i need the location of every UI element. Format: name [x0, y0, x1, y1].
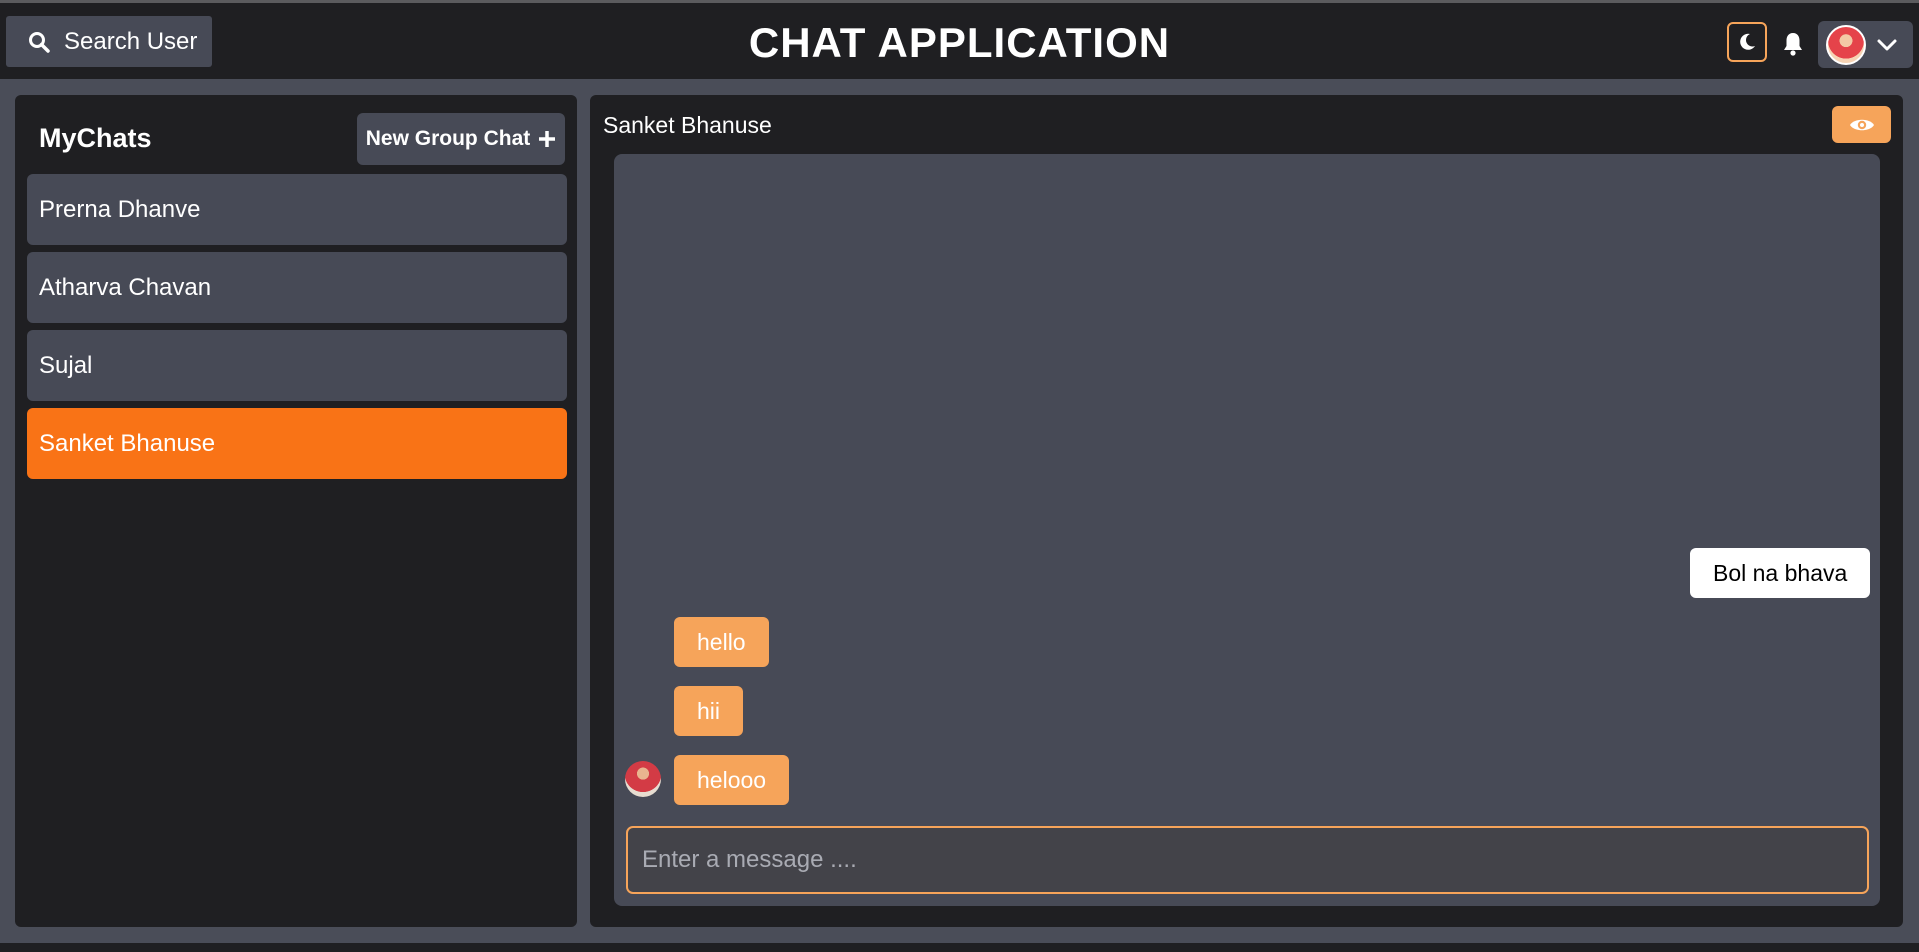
chat-name: Sanket Bhanuse	[39, 429, 216, 457]
message-bubble-received: helooo	[674, 755, 790, 805]
eye-icon	[1849, 119, 1874, 130]
message-text: helooo	[697, 766, 767, 793]
chat-name: Atharva Chavan	[39, 273, 212, 301]
new-group-chat-label: New Group Chat	[365, 127, 531, 150]
view-profile-button[interactable]	[1832, 106, 1891, 143]
message-bubble-sent: Bol na bhava	[1690, 548, 1871, 598]
chevron-down-icon	[1877, 39, 1897, 50]
bottom-edge	[0, 943, 1919, 952]
plus-icon	[539, 131, 556, 147]
chat-box: Sanket Bhanuse Bol na bhava hello hii he…	[590, 95, 1903, 927]
chat-list-item[interactable]: Prerna Dhanve	[27, 174, 567, 245]
profile-menu-button[interactable]	[1818, 21, 1913, 68]
message-input[interactable]	[626, 826, 1869, 894]
moon-icon	[1740, 33, 1755, 50]
new-group-chat-button[interactable]: New Group Chat	[357, 113, 565, 165]
message-bubble-received: hello	[674, 617, 769, 667]
search-user-label: Search User	[64, 27, 198, 55]
message-text: Bol na bhava	[1713, 559, 1848, 586]
message-text: hello	[697, 628, 746, 655]
chat-list-item[interactable]: Sujal	[27, 330, 567, 401]
chat-header-name: Sanket Bhanuse	[603, 112, 772, 138]
message-text: hii	[697, 697, 721, 724]
my-chats-title: MyChats	[39, 123, 152, 153]
chat-name: Sujal	[39, 351, 93, 379]
bell-icon[interactable]	[1781, 31, 1805, 57]
sender-avatar[interactable]	[625, 761, 661, 797]
theme-toggle-button[interactable]	[1727, 22, 1767, 62]
chat-list: Prerna Dhanve Atharva Chavan Sujal Sanke…	[27, 174, 567, 486]
my-chats-panel: MyChats New Group Chat Prerna Dhanve Ath…	[15, 95, 577, 927]
search-user-button[interactable]: Search User	[6, 16, 212, 67]
app-title: CHAT APPLICATION	[748, 19, 1171, 66]
messages-area: Bol na bhava hello hii helooo	[614, 154, 1880, 906]
avatar	[1826, 24, 1866, 65]
chat-list-item-selected[interactable]: Sanket Bhanuse	[27, 408, 567, 479]
chat-name: Prerna Dhanve	[39, 195, 201, 223]
top-bar: Search User CHAT APPLICATION	[0, 0, 1919, 79]
search-icon	[29, 31, 50, 53]
chat-list-item[interactable]: Atharva Chavan	[27, 252, 567, 323]
message-bubble-received: hii	[674, 686, 744, 736]
